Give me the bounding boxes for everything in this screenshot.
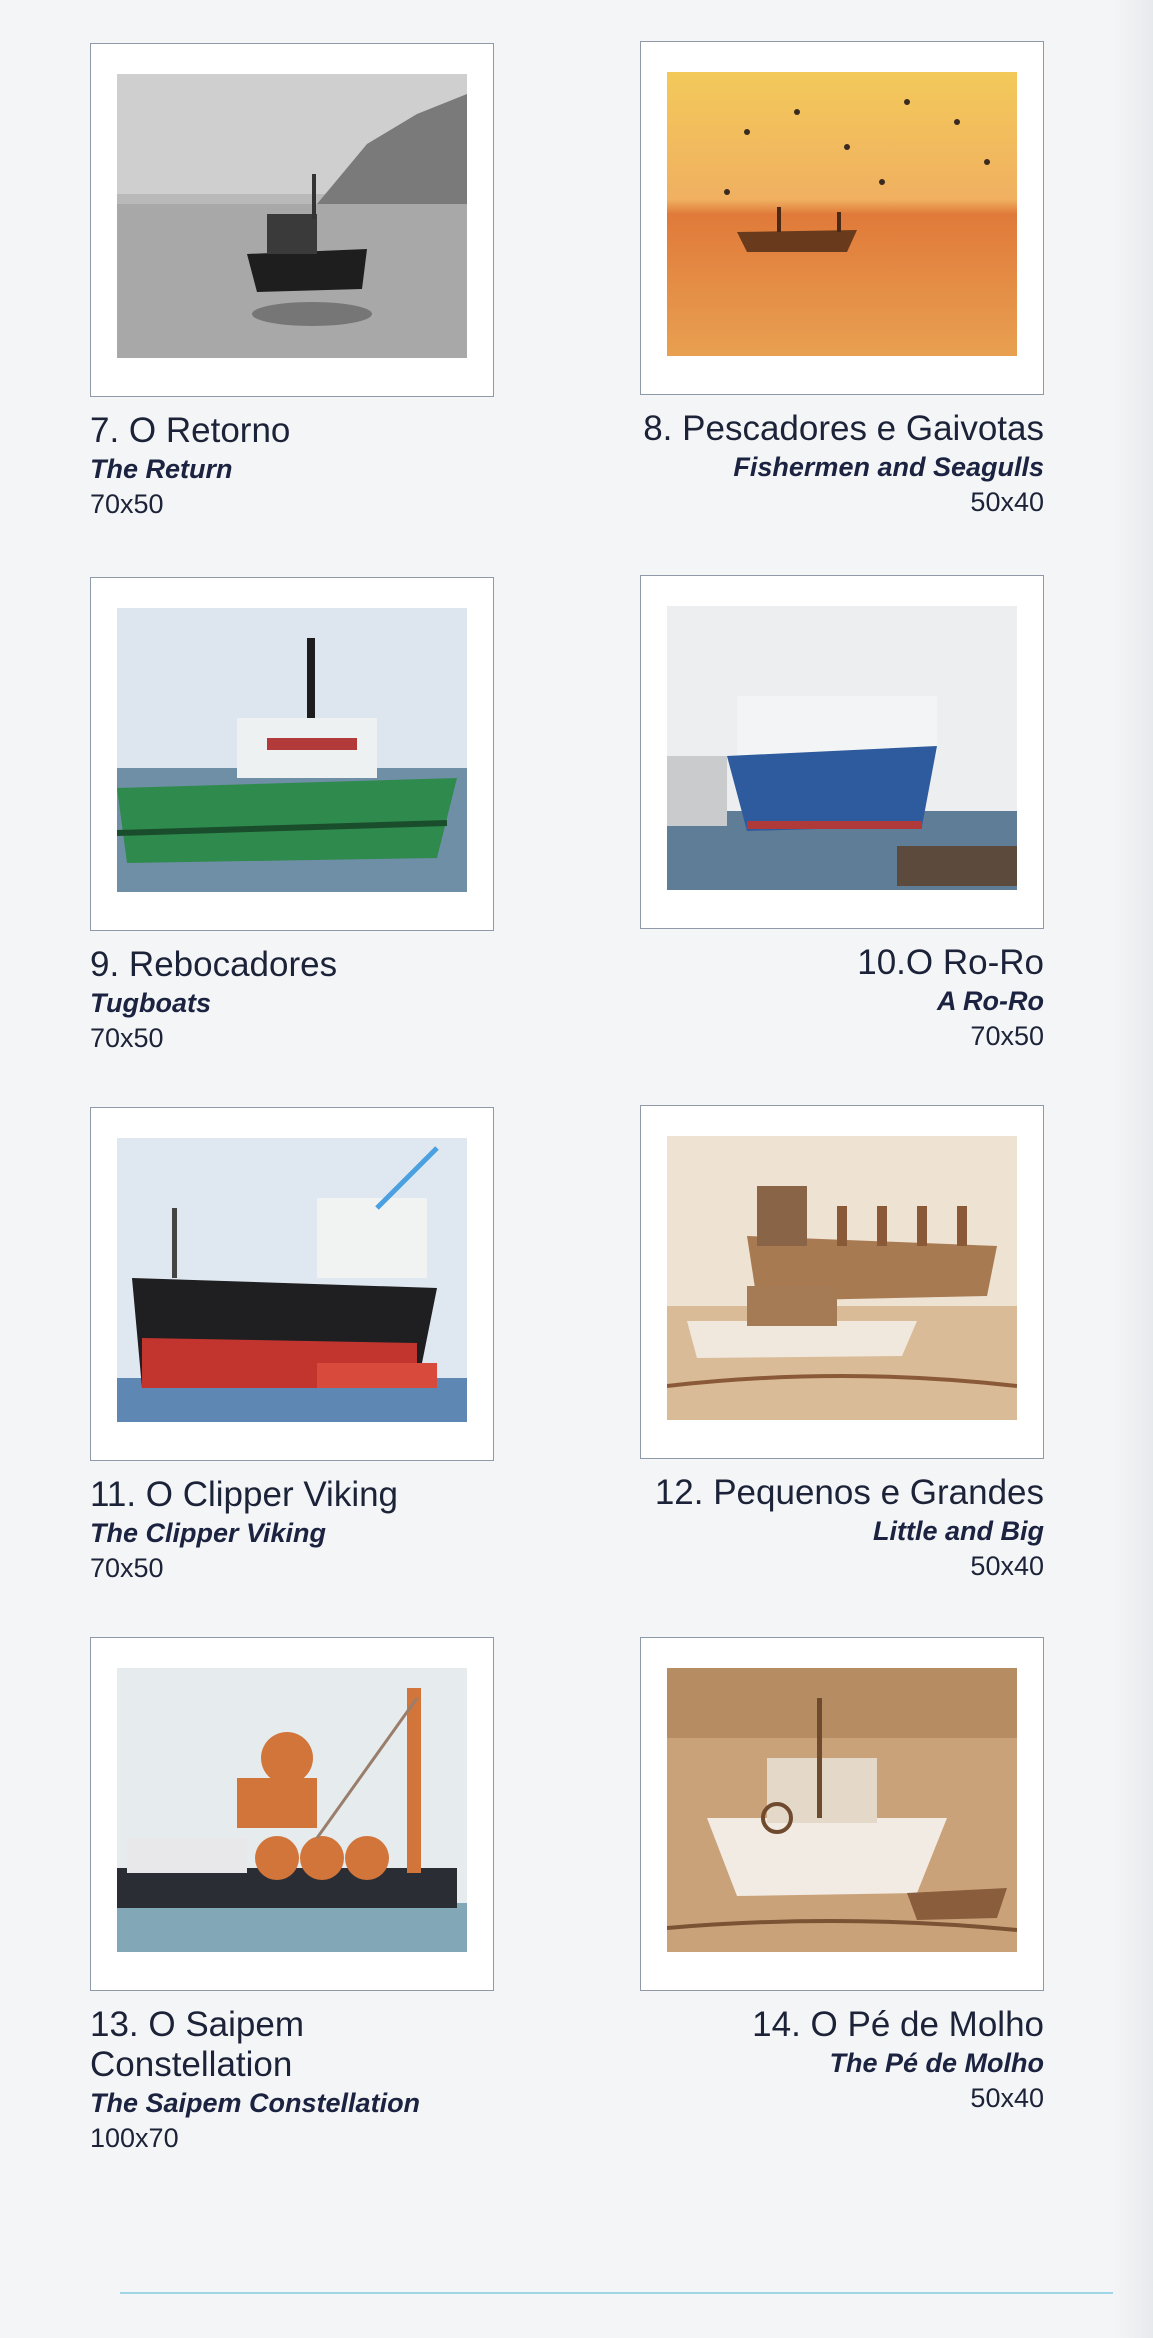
- artwork-frame: [90, 43, 494, 397]
- artwork-title-pt: 10.O Ro-Ro: [857, 943, 1044, 982]
- artwork-size: 50x40: [970, 1551, 1044, 1581]
- artwork-card-8: 8. Pescadores e Gaivotas Fishermen and S…: [626, 41, 1046, 519]
- artwork-card-9: 9. Rebocadores Tugboats 70x50: [90, 577, 510, 1055]
- artwork-size: 70x50: [90, 489, 164, 519]
- artwork-title-pt: 13. O Saipem Constellation: [90, 2005, 304, 2084]
- artwork-size: 50x40: [970, 487, 1044, 517]
- artwork-size: 70x50: [90, 1553, 164, 1583]
- artwork-card-11: 11. O Clipper Viking The Clipper Viking …: [90, 1107, 510, 1585]
- artwork-title-en: A Ro-Ro: [937, 986, 1044, 1016]
- artwork-frame: [90, 1637, 494, 1991]
- artwork-title-en: Fishermen and Seagulls: [733, 452, 1044, 482]
- artwork-card-13: 13. O Saipem Constellation The Saipem Co…: [90, 1637, 510, 2155]
- painting-little-and-big: [667, 1136, 1017, 1420]
- artwork-title-en: The Return: [90, 454, 233, 484]
- painting-tugboats: [117, 608, 467, 892]
- artwork-title-pt: 11. O Clipper Viking: [90, 1475, 399, 1514]
- painting-pe-de-molho: [667, 1668, 1017, 1952]
- artwork-size: 70x50: [970, 1021, 1044, 1051]
- page-edge-shadow: [1113, 0, 1153, 2338]
- artwork-title-en: Little and Big: [873, 1516, 1044, 1546]
- artwork-title-pt: 7. O Retorno: [90, 411, 291, 450]
- artwork-title-pt: 8. Pescadores e Gaivotas: [643, 409, 1044, 448]
- artwork-card-10: 10.O Ro-Ro A Ro-Ro 70x50: [626, 575, 1046, 1053]
- painting-fishermen-and-seagulls: [667, 72, 1017, 356]
- artwork-frame: [640, 41, 1044, 395]
- artwork-title-en: Tugboats: [90, 988, 211, 1018]
- page-bottom-rule: [120, 2292, 1113, 2294]
- artwork-size: 70x50: [90, 1023, 164, 1053]
- painting-ro-ro: [667, 606, 1017, 890]
- artwork-title-en: The Clipper Viking: [90, 1518, 327, 1548]
- artwork-title-pt: 14. O Pé de Molho: [752, 2005, 1044, 2044]
- artwork-card-14: 14. O Pé de Molho The Pé de Molho 50x40: [626, 1637, 1046, 2115]
- artwork-frame: [640, 575, 1044, 929]
- artwork-title-pt: 12. Pequenos e Grandes: [654, 1473, 1044, 1512]
- artwork-card-12: 12. Pequenos e Grandes Little and Big 50…: [626, 1105, 1046, 1583]
- painting-clipper-viking: [117, 1138, 467, 1422]
- artwork-frame: [90, 1107, 494, 1461]
- artwork-frame: [640, 1637, 1044, 1991]
- artwork-size: 50x40: [970, 2083, 1044, 2113]
- artwork-frame: [90, 577, 494, 931]
- artwork-title-en: The Saipem Constellation: [90, 2088, 421, 2118]
- artwork-title-en: The Pé de Molho: [829, 2048, 1044, 2078]
- artwork-title-pt: 9. Rebocadores: [90, 945, 338, 984]
- painting-the-return: [117, 74, 467, 358]
- artwork-size: 100x70: [90, 2123, 179, 2153]
- artwork-card-7: 7. O Retorno The Return 70x50: [90, 43, 510, 521]
- painting-saipem-constellation: [117, 1668, 467, 1952]
- artwork-frame: [640, 1105, 1044, 1459]
